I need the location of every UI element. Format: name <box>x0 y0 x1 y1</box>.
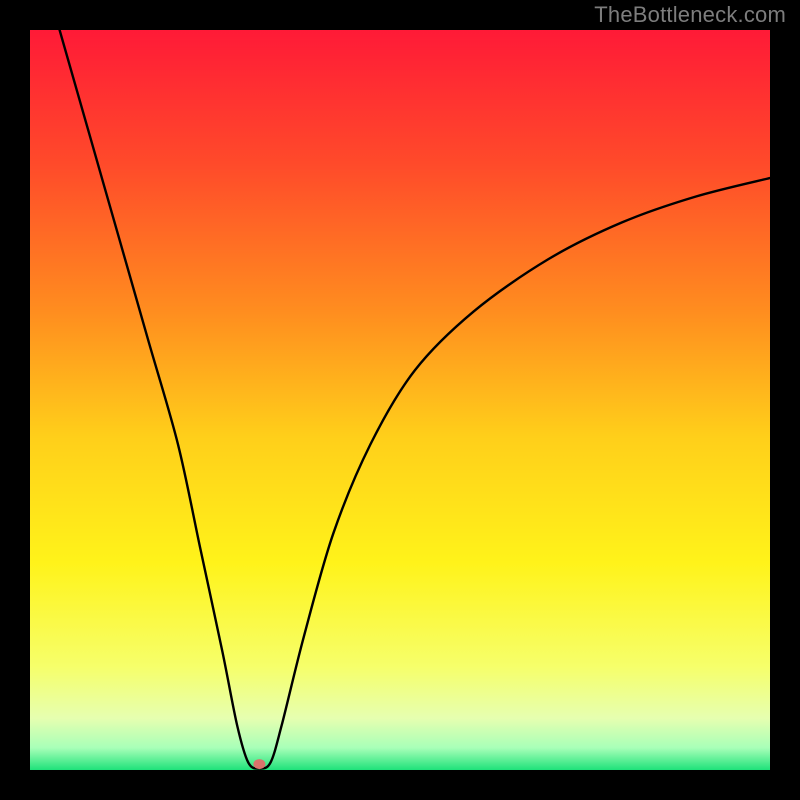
watermark-text: TheBottleneck.com <box>594 2 786 28</box>
bottleneck-chart <box>30 30 770 770</box>
plot-area <box>30 30 770 770</box>
chart-frame: TheBottleneck.com <box>0 0 800 800</box>
gradient-background <box>30 30 770 770</box>
optimum-marker <box>253 759 265 769</box>
